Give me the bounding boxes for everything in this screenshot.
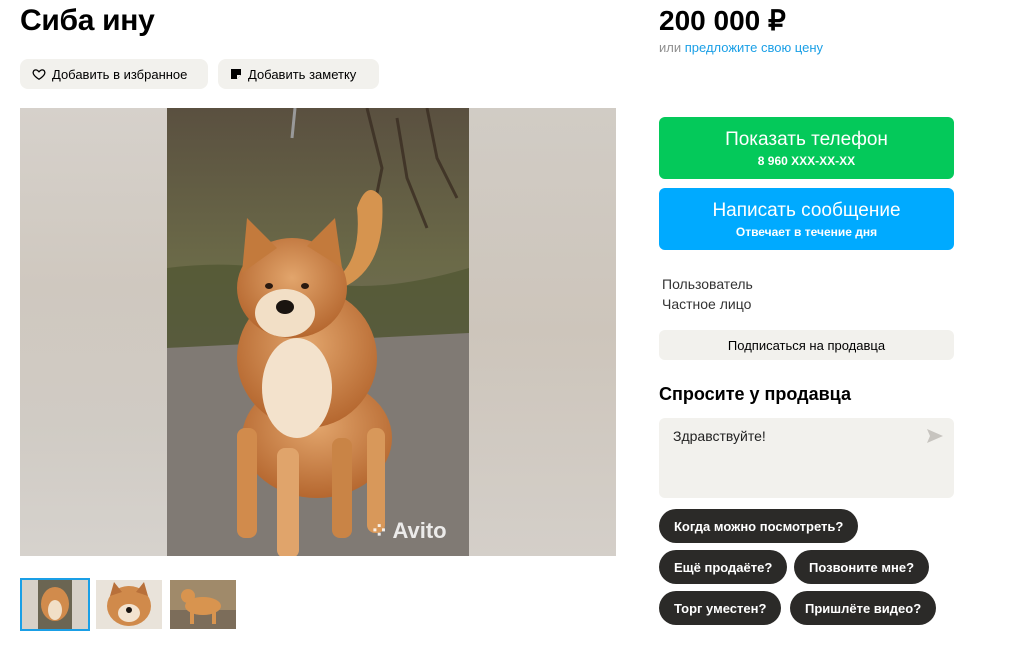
add-favorite-label: Добавить в избранное (52, 66, 188, 82)
send-icon[interactable] (926, 428, 944, 444)
thumbnail-1[interactable] (20, 578, 90, 631)
phone-number: 8 960 XXX-XX-XX (757, 153, 856, 168)
seller-type: Частное лицо (662, 296, 752, 312)
add-favorite-button[interactable]: Добавить в избранное (20, 59, 208, 89)
quick-question-send-video[interactable]: Пришлёте видео? (790, 591, 937, 625)
message-input[interactable]: Здравствуйте! (659, 418, 954, 498)
ask-seller-title: Спросите у продавца (659, 384, 851, 404)
show-phone-label: Показать телефон (725, 128, 888, 150)
show-phone-button[interactable]: Показать телефон 8 960 XXX-XX-XX (659, 117, 954, 179)
listing-title: Сиба ину (20, 4, 155, 37)
avito-watermark: ⁘ Avito (370, 518, 447, 544)
gallery-blur-left (20, 108, 167, 556)
seller-name[interactable]: Пользователь (662, 276, 753, 292)
thumbnail-2[interactable] (94, 578, 164, 631)
add-note-button[interactable]: Добавить заметку (218, 59, 379, 89)
watermark-dots-icon: ⁘ (370, 518, 389, 543)
add-note-label: Добавить заметку (248, 66, 357, 82)
watermark-text: Avito (392, 518, 447, 543)
offer-line: или предложите свою цену (659, 40, 823, 55)
gallery-blur-right (469, 108, 616, 556)
quick-question-bargain[interactable]: Торг уместен? (659, 591, 782, 625)
response-time: Отвечает в течение дня (735, 224, 878, 239)
offer-prefix: или (659, 40, 682, 55)
main-photo[interactable] (167, 108, 469, 556)
quick-question-still-selling[interactable]: Ещё продаёте? (659, 550, 788, 584)
photo-gallery[interactable]: ⁘ Avito (20, 108, 616, 556)
heart-icon (32, 69, 46, 81)
write-message-button[interactable]: Написать сообщение Отвечает в течение дн… (659, 188, 954, 250)
thumbnail-strip (20, 578, 238, 631)
quick-question-call-me[interactable]: Позвоните мне? (794, 550, 930, 584)
subscribe-seller-button[interactable]: Подписаться на продавца (659, 330, 954, 360)
quick-question-when-view[interactable]: Когда можно посмотреть? (659, 509, 859, 543)
write-message-label: Написать сообщение (712, 199, 901, 221)
note-icon (231, 69, 241, 79)
thumbnail-3[interactable] (168, 578, 238, 631)
offer-price-link[interactable]: предложите свою цену (685, 40, 823, 55)
price: 200 000 ₽ (659, 5, 786, 36)
